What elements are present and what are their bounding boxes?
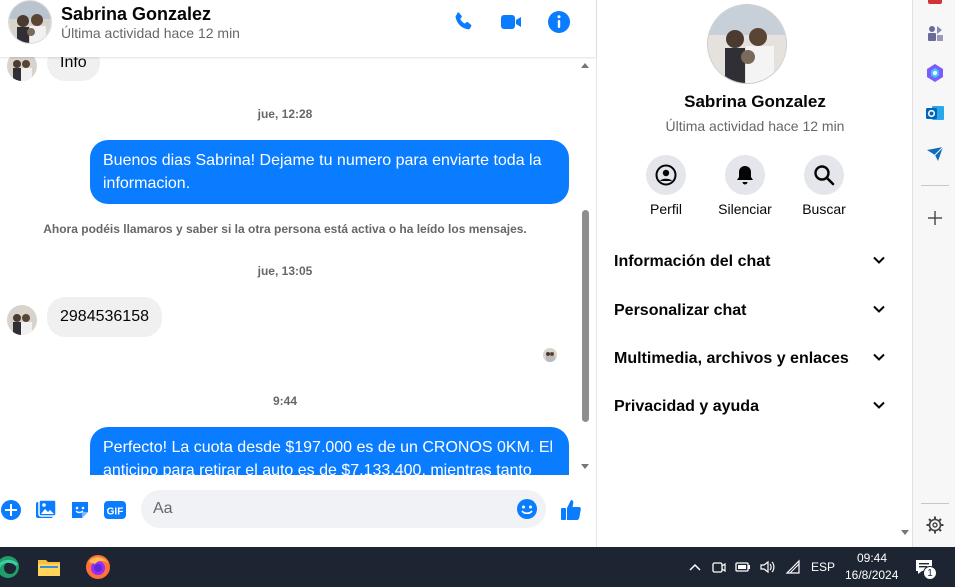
copilot-icon[interactable]: [925, 63, 945, 83]
notification-center-icon[interactable]: 1: [914, 557, 937, 580]
contact-status: Última actividad hace 12 min: [61, 25, 240, 41]
message-incoming[interactable]: 2984536158: [47, 297, 162, 337]
search-icon: [804, 155, 844, 195]
timestamp: jue, 12:28: [257, 107, 313, 121]
scroll-up-arrow[interactable]: [581, 63, 589, 68]
chevron-down-icon: [872, 302, 886, 321]
read-receipt-avatar: [543, 348, 557, 362]
sidebar-divider: [921, 185, 949, 186]
message-outgoing[interactable]: Perfecto! La cuota desde $197.000 es de …: [90, 427, 569, 475]
section-privacy-help[interactable]: Privacidad y ayuda: [614, 392, 886, 422]
meet-now-icon[interactable]: [711, 559, 727, 575]
send-icon[interactable]: [925, 144, 945, 164]
scrollbar-thumb[interactable]: [582, 210, 589, 422]
profile-icon: [646, 155, 686, 195]
timestamp: jue, 13:05: [257, 264, 313, 278]
section-media-files-links[interactable]: Multimedia, archivos y enlaces: [614, 344, 886, 374]
video-call-icon[interactable]: [499, 10, 523, 34]
clock-date[interactable]: 16/8/2024: [845, 568, 898, 582]
chat-details-pane: Sabrina Gonzalez Última actividad hace 1…: [596, 0, 912, 547]
contact-avatar-large[interactable]: [707, 4, 787, 84]
search-label: Buscar: [802, 201, 846, 217]
section-title: Privacidad y ayuda: [614, 398, 759, 415]
section-title: Información del chat: [614, 253, 771, 270]
gif-icon[interactable]: GIF: [103, 499, 127, 521]
sticker-icon[interactable]: [69, 499, 91, 521]
composer: GIF: [0, 475, 596, 547]
contact-avatar[interactable]: [8, 0, 52, 44]
mute-button[interactable]: Silenciar: [705, 155, 785, 217]
games-icon[interactable]: [925, 23, 945, 43]
details-contact-status: Última actividad hace 12 min: [665, 118, 845, 134]
chat-scrollbar[interactable]: [579, 57, 593, 475]
volume-icon[interactable]: [759, 559, 775, 575]
chevron-down-icon: [872, 398, 886, 417]
chevron-down-icon: [872, 350, 886, 369]
details-contact-name: Sabrina Gonzalez: [684, 92, 826, 111]
notification-count-badge: 1: [923, 566, 937, 580]
file-explorer-icon[interactable]: [29, 547, 69, 587]
add-icon[interactable]: [925, 208, 945, 228]
thumbs-up-icon[interactable]: [559, 498, 583, 522]
message-incoming[interactable]: Info: [47, 57, 100, 81]
system-message: Ahora podéis llamaros y saber si la otra…: [43, 222, 527, 236]
message-outgoing[interactable]: Buenos dias Sabrina! Dejame tu numero pa…: [90, 140, 569, 204]
battery-icon[interactable]: [735, 559, 751, 575]
section-customize-chat[interactable]: Personalizar chat: [614, 296, 886, 326]
input-language[interactable]: ESP: [811, 560, 835, 574]
phone-icon[interactable]: [451, 10, 475, 34]
firefox-icon[interactable]: [78, 547, 118, 587]
chat-header: Sabrina Gonzalez Última actividad hace 1…: [0, 0, 596, 57]
plus-icon[interactable]: [0, 499, 22, 521]
image-icon[interactable]: [35, 499, 57, 521]
chevron-down-icon: [872, 253, 886, 272]
section-title: Personalizar chat: [614, 302, 747, 319]
emoji-icon[interactable]: [516, 498, 538, 520]
message-input-wrapper: [141, 490, 546, 528]
windows-taskbar: ESP 09:44 16/8/2024 1: [0, 547, 955, 587]
info-icon[interactable]: [547, 10, 571, 34]
scroll-down-arrow[interactable]: [581, 464, 589, 469]
chat-pane: Sabrina Gonzalez Última actividad hace 1…: [0, 0, 596, 547]
shopping-icon[interactable]: [925, 0, 945, 6]
outlook-icon[interactable]: [925, 103, 945, 123]
gear-icon[interactable]: [925, 515, 945, 535]
contact-avatar-small: [7, 305, 37, 335]
section-chat-info[interactable]: Información del chat: [614, 247, 886, 277]
message-list[interactable]: Info jue, 12:28 Buenos dias Sabrina! Dej…: [0, 57, 580, 475]
details-scroll-down-arrow[interactable]: [901, 530, 909, 535]
profile-button[interactable]: Perfil: [626, 155, 706, 217]
browser-sidebar: [912, 0, 955, 547]
contact-avatar-small: [7, 57, 37, 81]
mute-label: Silenciar: [718, 201, 772, 217]
sidebar-divider: [921, 503, 949, 504]
edge-browser-icon[interactable]: [0, 547, 28, 587]
show-hidden-icons-chevron-icon[interactable]: [687, 559, 703, 575]
section-title: Multimedia, archivos y enlaces: [614, 350, 849, 367]
contact-name[interactable]: Sabrina Gonzalez: [61, 4, 211, 25]
search-button[interactable]: Buscar: [784, 155, 864, 217]
profile-label: Perfil: [650, 201, 682, 217]
bell-icon: [725, 155, 765, 195]
gif-label: GIF: [107, 507, 124, 518]
wifi-icon[interactable]: [785, 559, 801, 575]
timestamp: 9:44: [272, 394, 298, 408]
message-input[interactable]: [153, 490, 503, 528]
clock-time[interactable]: 09:44: [857, 551, 887, 565]
